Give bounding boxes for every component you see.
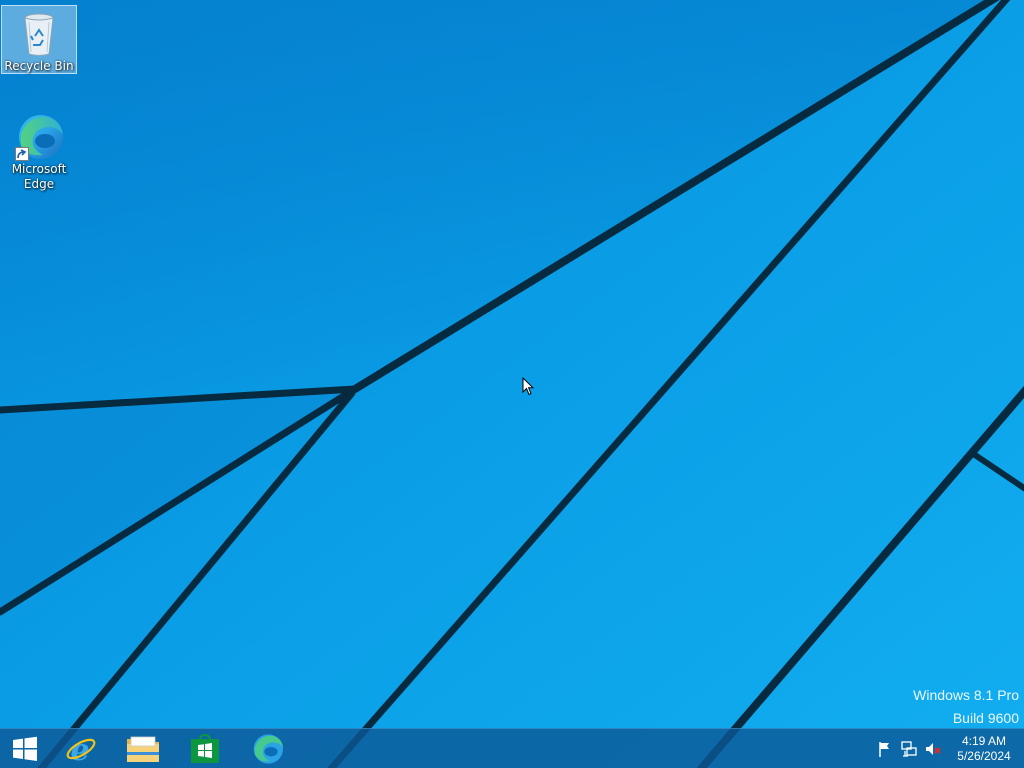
internet-explorer-icon: e bbox=[66, 733, 96, 765]
taskbar-edge[interactable] bbox=[238, 729, 296, 768]
recycle-bin-icon bbox=[15, 10, 63, 58]
shortcut-arrow-icon bbox=[15, 147, 29, 161]
watermark-build: Build 9600 bbox=[952, 710, 1019, 726]
store-icon bbox=[191, 734, 219, 763]
action-center-flag-icon[interactable] bbox=[876, 740, 894, 758]
start-windows-icon bbox=[13, 736, 37, 761]
desktop[interactable]: Recycle Bin Microsoft Edge Windows 8.1 P… bbox=[0, 0, 1024, 768]
taskbar: e 4:19 AM 5/26/2024 bbox=[0, 728, 1024, 768]
edge-icon bbox=[253, 734, 283, 764]
edge-label-line1: Microsoft bbox=[11, 162, 67, 176]
desktop-icon-microsoft-edge[interactable]: Microsoft Edge bbox=[1, 108, 77, 194]
network-icon[interactable] bbox=[900, 740, 918, 758]
taskbar-internet-explorer[interactable]: e bbox=[52, 729, 110, 768]
desktop-wallpaper bbox=[0, 0, 1024, 768]
desktop-icon-recycle-bin[interactable]: Recycle Bin bbox=[1, 5, 77, 74]
taskbar-file-explorer[interactable] bbox=[114, 729, 172, 768]
taskbar-store[interactable] bbox=[176, 729, 234, 768]
volume-muted-icon[interactable] bbox=[924, 740, 942, 758]
svg-text:e: e bbox=[70, 733, 89, 765]
taskbar-clock[interactable]: 4:19 AM 5/26/2024 bbox=[946, 734, 1022, 764]
clock-date: 5/26/2024 bbox=[957, 749, 1011, 763]
mouse-cursor-icon bbox=[522, 377, 534, 396]
system-tray: 4:19 AM 5/26/2024 bbox=[864, 729, 1024, 768]
watermark-edition: Windows 8.1 Pro bbox=[913, 687, 1019, 703]
clock-time: 4:19 AM bbox=[961, 734, 1007, 748]
file-explorer-icon bbox=[127, 736, 159, 762]
windows-version-watermark: Windows 8.1 Pro Build 9600 bbox=[913, 684, 1019, 730]
edge-icon bbox=[15, 113, 63, 161]
edge-label-line2: Edge bbox=[23, 177, 55, 191]
recycle-bin-label: Recycle Bin bbox=[4, 59, 74, 73]
start-button[interactable] bbox=[0, 729, 50, 768]
